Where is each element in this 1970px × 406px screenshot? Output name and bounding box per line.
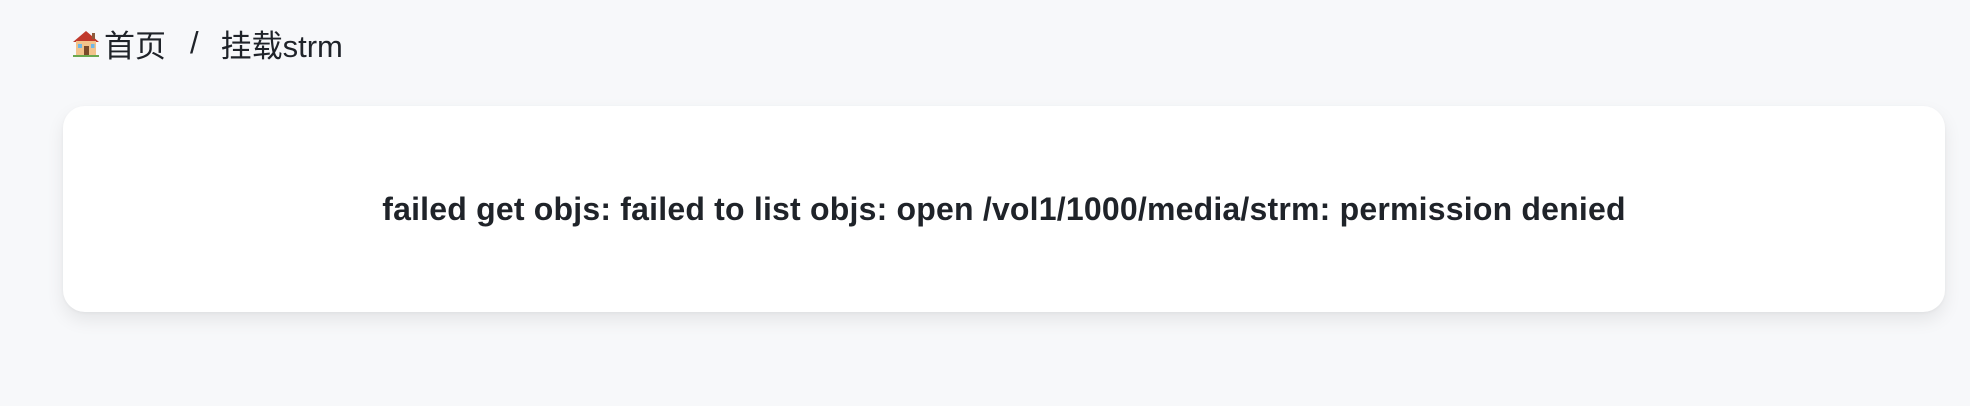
breadcrumb-current-page: 挂载strm <box>220 28 343 64</box>
error-message: failed get objs: failed to list objs: op… <box>382 190 1626 227</box>
house-icon <box>70 27 102 59</box>
breadcrumb-home-link[interactable]: 首页 <box>70 21 166 66</box>
error-card: failed get objs: failed to list objs: op… <box>63 106 1945 312</box>
breadcrumb-separator: / <box>190 25 199 60</box>
breadcrumb: 首页 / 挂载strm <box>70 22 343 64</box>
breadcrumb-home-label: 首页 <box>104 28 166 64</box>
